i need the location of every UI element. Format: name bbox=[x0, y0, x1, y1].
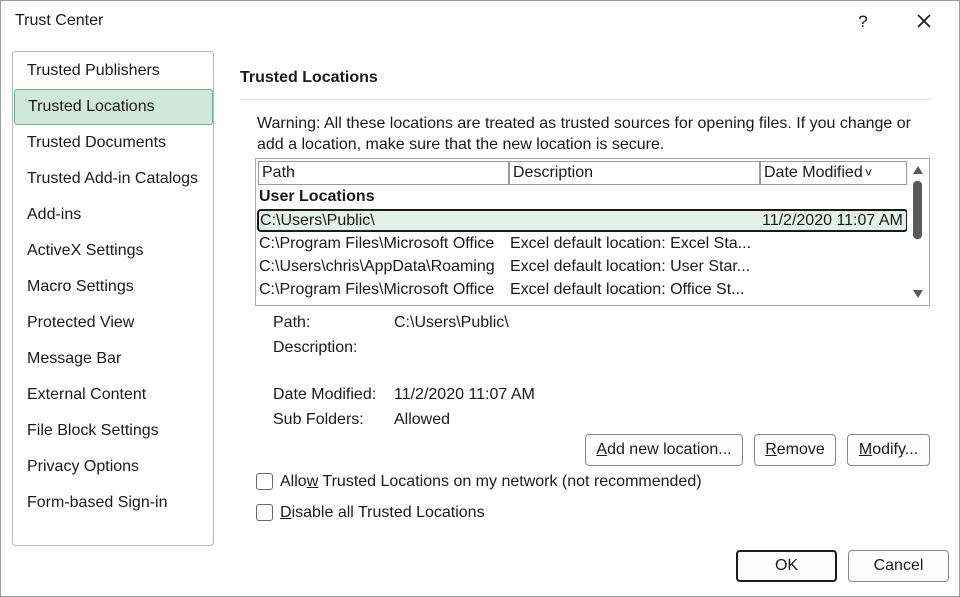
access-key: R bbox=[765, 441, 777, 458]
cancel-button[interactable]: Cancel bbox=[848, 550, 949, 582]
sidebar-item-trusted-add-in-catalogs[interactable]: Trusted Add-in Catalogs bbox=[13, 161, 213, 197]
sidebar-item-form-based-sign-in[interactable]: Form-based Sign-in bbox=[13, 485, 213, 521]
remove-button[interactable]: Remove bbox=[754, 434, 836, 466]
row-description: Excel default location: User Star... bbox=[510, 258, 750, 275]
section-divider bbox=[240, 99, 931, 100]
dialog-title: Trust Center bbox=[15, 12, 104, 29]
access-key: M bbox=[858, 441, 873, 458]
sidebar-item-external-content[interactable]: External Content bbox=[13, 377, 213, 413]
row-path: C:\Program Files\Microsoft Office bbox=[259, 235, 495, 252]
sidebar-item-trusted-locations[interactable]: Trusted Locations bbox=[14, 89, 213, 125]
column-header-date-modified[interactable]: Date Modified ˅ bbox=[760, 161, 907, 185]
sidebar-item-activex-settings[interactable]: ActiveX Settings bbox=[13, 233, 213, 269]
help-button[interactable]: ? bbox=[851, 9, 875, 35]
row-path: C:\Program Files\Microsoft Office bbox=[259, 281, 495, 298]
check-label-text: Trusted Locations on my network (not rec… bbox=[318, 473, 702, 490]
sidebar-item-message-bar[interactable]: Message Bar bbox=[13, 341, 213, 377]
warning-text: Warning: All these locations are treated… bbox=[257, 115, 911, 153]
row-path: C:\Users\chris\AppData\Roaming bbox=[259, 258, 495, 275]
category-sidebar: Trusted Publishers Trusted Locations Tru… bbox=[12, 51, 214, 546]
column-header-path[interactable]: Path bbox=[258, 161, 509, 185]
row-description: Excel default location: Office St... bbox=[510, 281, 745, 298]
detail-date-label: Date Modified: bbox=[273, 386, 377, 403]
column-header-date-label: Date Modified bbox=[764, 164, 863, 181]
button-label: odify... bbox=[872, 441, 919, 458]
row-path: C:\Users\Public\ bbox=[260, 212, 375, 229]
access-key: D bbox=[280, 504, 292, 521]
section-title: Trusted Locations bbox=[240, 69, 378, 86]
detail-subfolders-value: Allowed bbox=[394, 411, 451, 428]
sidebar-item-file-block-settings[interactable]: File Block Settings bbox=[13, 413, 213, 449]
detail-subfolders-label: Sub Folders: bbox=[273, 411, 364, 428]
disable-all-label[interactable]: Disable all Trusted Locations bbox=[280, 503, 485, 522]
modify-button[interactable]: Modify... bbox=[847, 434, 930, 466]
title-bar: Trust Center ? bbox=[1, 1, 959, 41]
close-button[interactable] bbox=[909, 9, 939, 35]
check-label-text: Allo bbox=[280, 473, 307, 490]
sidebar-item-trusted-publishers[interactable]: Trusted Publishers bbox=[13, 53, 213, 89]
sidebar-item-protected-view[interactable]: Protected View bbox=[13, 305, 213, 341]
trust-center-dialog: Trust Center ? Trusted Publishers Truste… bbox=[0, 0, 960, 597]
sort-chevron-icon: ˅ bbox=[864, 165, 873, 180]
sidebar-item-macro-settings[interactable]: Macro Settings bbox=[13, 269, 213, 305]
allow-network-checkbox[interactable] bbox=[256, 473, 273, 490]
scroll-up-arrow-icon[interactable] bbox=[912, 165, 924, 175]
list-row[interactable]: C:\Users\chris\AppData\Roaming Excel def… bbox=[256, 255, 908, 278]
detail-path-label: Path: bbox=[273, 314, 311, 331]
access-key: w bbox=[306, 473, 319, 490]
disable-all-checkbox[interactable] bbox=[256, 504, 273, 521]
list-row[interactable]: C:\Program Files\Microsoft Office Excel … bbox=[256, 232, 908, 255]
close-icon bbox=[917, 14, 931, 28]
detail-date-value: 11/2/2020 11:07 AM bbox=[394, 386, 535, 403]
access-key: A bbox=[596, 441, 608, 458]
row-date: 11/2/2020 11:07 AM bbox=[762, 212, 903, 229]
add-new-location-button[interactable]: Add new location... bbox=[585, 434, 743, 466]
allow-network-label[interactable]: Allow Trusted Locations on my network (n… bbox=[280, 472, 702, 491]
ok-button[interactable]: OK bbox=[736, 550, 837, 582]
button-label: dd new location... bbox=[607, 441, 732, 458]
sidebar-item-add-ins[interactable]: Add-ins bbox=[13, 197, 213, 233]
detail-path-value: C:\Users\Public\ bbox=[394, 314, 509, 331]
list-row[interactable]: C:\Program Files\Microsoft Office Excel … bbox=[256, 278, 908, 301]
column-header-description[interactable]: Description bbox=[509, 161, 760, 185]
button-label: emove bbox=[776, 441, 825, 458]
scroll-down-arrow-icon[interactable] bbox=[912, 289, 924, 299]
group-header-user-locations: User Locations bbox=[259, 188, 375, 205]
sidebar-item-trusted-documents[interactable]: Trusted Documents bbox=[13, 125, 213, 161]
list-scrollbar[interactable] bbox=[907, 159, 929, 305]
check-label-text: isable all Trusted Locations bbox=[291, 504, 485, 521]
list-row[interactable]: C:\Users\Public\ 11/2/2020 11:07 AM bbox=[257, 209, 908, 232]
row-description: Excel default location: Excel Sta... bbox=[510, 235, 750, 252]
trusted-locations-list[interactable]: Path Description Date Modified ˅ User Loc… bbox=[255, 158, 930, 306]
sidebar-item-privacy-options[interactable]: Privacy Options bbox=[13, 449, 213, 485]
detail-description-label: Description: bbox=[273, 339, 358, 356]
scrollbar-thumb[interactable] bbox=[913, 181, 922, 239]
